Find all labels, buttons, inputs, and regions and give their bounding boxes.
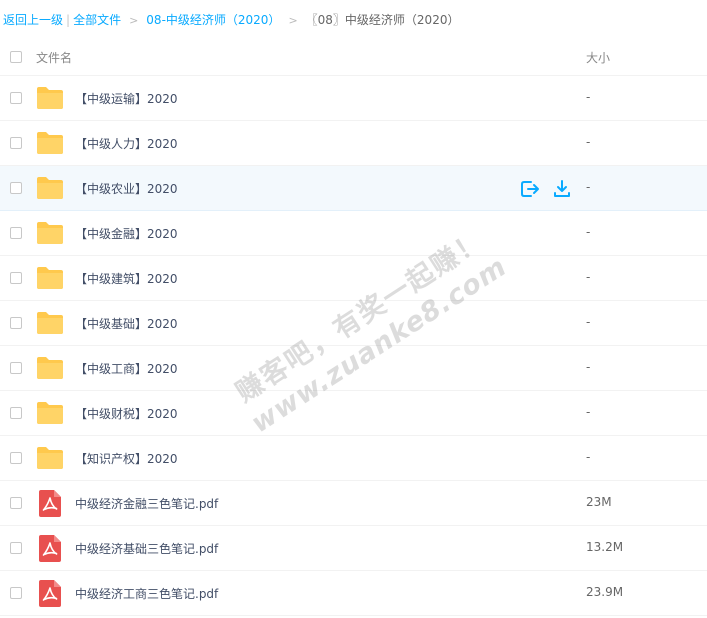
file-name[interactable]: 【中级财税】2020 [75, 405, 178, 422]
file-size: - [586, 270, 591, 284]
file-row[interactable]: 【知识产权】2020 - [0, 436, 707, 481]
current-folder-label: 〖08〗中级经济师（2020） [305, 13, 460, 27]
share-icon[interactable] [520, 179, 540, 199]
back-link[interactable]: 返回上一级 [3, 13, 63, 27]
breadcrumb: 返回上一级 | 全部文件 >08-中级经济师（2020） > 〖08〗中级经济师（2020… [3, 11, 459, 29]
file-size: 23.9M [586, 585, 624, 599]
list-header: 文件名 大小 [0, 40, 707, 76]
file-row[interactable]: 中级经济基础三色笔记.pdf 13.2M [0, 526, 707, 571]
breadcrumb-divider: | [66, 13, 71, 27]
row-checkbox[interactable] [10, 272, 22, 284]
row-checkbox[interactable] [10, 227, 22, 239]
folder-icon[interactable] [36, 176, 64, 200]
row-checkbox[interactable] [10, 92, 22, 104]
file-row[interactable]: 【中级财税】2020 - [0, 391, 707, 436]
file-row[interactable]: 【中级人力】2020 - [0, 121, 707, 166]
file-row[interactable]: 【中级建筑】2020 - [0, 256, 707, 301]
file-size: - [586, 135, 591, 149]
file-row[interactable]: 【中级工商】2020 - [0, 346, 707, 391]
all-files-link[interactable]: 全部文件 [73, 13, 121, 27]
row-checkbox[interactable] [10, 497, 22, 509]
size-column-header[interactable]: 大小 [586, 49, 610, 66]
file-row[interactable]: 中级经济工商三色笔记.pdf 23.9M [0, 571, 707, 616]
pdf-icon[interactable] [39, 580, 61, 607]
file-name[interactable]: 【中级金融】2020 [75, 225, 178, 242]
file-size: - [586, 180, 591, 194]
pdf-icon[interactable] [39, 490, 61, 517]
file-name[interactable]: 【中级人力】2020 [75, 135, 178, 152]
row-checkbox[interactable] [10, 452, 22, 464]
file-name[interactable]: 中级经济工商三色笔记.pdf [75, 585, 218, 602]
row-checkbox[interactable] [10, 587, 22, 599]
file-name[interactable]: 【中级农业】2020 [75, 180, 178, 197]
download-icon[interactable] [552, 179, 572, 199]
row-checkbox[interactable] [10, 182, 22, 194]
row-checkbox[interactable] [10, 362, 22, 374]
file-size: - [586, 315, 591, 329]
file-list: 【中级运输】2020- 【中级人力】2020- 【中级农业】2020- 【中级金融】2… [0, 76, 707, 616]
folder-icon[interactable] [36, 356, 64, 380]
row-checkbox[interactable] [10, 407, 22, 419]
file-row[interactable]: 【中级农业】2020 - [0, 166, 707, 211]
file-name[interactable]: 【中级基础】2020 [75, 315, 178, 332]
folder-icon[interactable] [36, 401, 64, 425]
file-row[interactable]: 【中级运输】2020 - [0, 76, 707, 121]
file-size: - [586, 450, 591, 464]
breadcrumb-separator: > [288, 14, 298, 27]
select-all-checkbox[interactable] [10, 51, 22, 63]
file-size: - [586, 405, 591, 419]
file-size: 23M [586, 495, 612, 509]
folder-icon[interactable] [36, 266, 64, 290]
file-row[interactable]: 【中级金融】2020 - [0, 211, 707, 256]
file-name[interactable]: 中级经济基础三色笔记.pdf [75, 540, 218, 557]
file-name[interactable]: 【中级工商】2020 [75, 360, 178, 377]
file-name[interactable]: 【中级运输】2020 [75, 90, 178, 107]
file-name[interactable]: 中级经济金融三色笔记.pdf [75, 495, 218, 512]
file-name[interactable]: 【知识产权】2020 [75, 450, 178, 467]
file-row[interactable]: 中级经济金融三色笔记.pdf 23M [0, 481, 707, 526]
row-checkbox[interactable] [10, 542, 22, 554]
folder-icon[interactable] [36, 311, 64, 335]
file-name[interactable]: 【中级建筑】2020 [75, 270, 178, 287]
folder-icon[interactable] [36, 446, 64, 470]
file-size: - [586, 90, 591, 104]
folder-icon[interactable] [36, 221, 64, 245]
file-size: - [586, 360, 591, 374]
file-size: 13.2M [586, 540, 624, 554]
file-size: - [586, 225, 591, 239]
parent-folder-link[interactable]: 08-中级经济师（2020） [146, 13, 280, 27]
row-checkbox[interactable] [10, 137, 22, 149]
file-row[interactable]: 【中级基础】2020 - [0, 301, 707, 346]
folder-icon[interactable] [36, 131, 64, 155]
name-column-header[interactable]: 文件名 [36, 49, 72, 66]
pdf-icon[interactable] [39, 535, 61, 562]
row-checkbox[interactable] [10, 317, 22, 329]
breadcrumb-separator: > [129, 14, 139, 27]
folder-icon[interactable] [36, 86, 64, 110]
